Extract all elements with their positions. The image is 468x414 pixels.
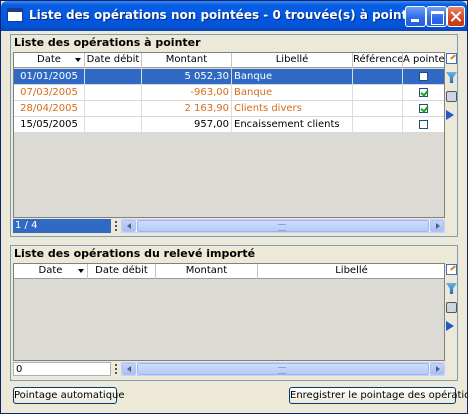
main-window: Liste des opérations non pointées - 0 tr… — [0, 0, 468, 414]
table-row[interactable]: 07/03/2005 -963,00 Banque — [14, 85, 444, 101]
cell-libelle: Banque — [232, 69, 353, 85]
record-counter: 0 — [13, 362, 111, 376]
imported-statement-panel: Liste des opérations du relevé importé D… — [10, 245, 458, 381]
operations-grid[interactable]: Date Date débit Montant Libellé Référenc… — [13, 52, 445, 218]
column-header-libelle[interactable]: Libellé — [232, 53, 353, 68]
edit-icon[interactable] — [446, 53, 457, 64]
grid-header: Date Date débit Montant Libellé Référenc… — [14, 53, 444, 68]
splitter-handle-icon[interactable] — [114, 220, 119, 232]
cell-date-debit — [85, 117, 142, 133]
horizontal-scrollbar[interactable] — [121, 219, 445, 233]
a-pointer-checkbox[interactable] — [419, 88, 428, 97]
auto-match-button[interactable]: Pointage automatique — [13, 387, 125, 404]
horizontal-scrollbar[interactable] — [121, 362, 445, 376]
cell-montant: 957,00 — [142, 117, 232, 133]
grid-footer: 0 — [13, 362, 445, 376]
cell-montant: 2 163,90 — [142, 101, 232, 117]
column-label: Date — [37, 54, 61, 65]
record-counter: 1 / 4 — [13, 219, 111, 233]
statement-grid[interactable]: Date Date débit Montant Libellé — [13, 263, 445, 361]
column-header-libelle[interactable]: Libellé — [258, 264, 444, 279]
cell-reference — [353, 85, 403, 101]
operations-to-check-panel: Liste des opérations à pointer Date Date… — [10, 34, 458, 237]
cell-reference — [353, 117, 403, 133]
panel-title: Liste des opérations à pointer — [14, 36, 201, 49]
title-bar[interactable]: Liste des opérations non pointées - 0 tr… — [1, 1, 467, 31]
cell-montant: 5 052,30 — [142, 69, 232, 85]
scrollbar-thumb[interactable] — [137, 363, 429, 375]
cell-a-pointer — [403, 117, 444, 133]
print-icon[interactable] — [446, 302, 457, 313]
column-header-date-debit[interactable]: Date débit — [85, 53, 142, 68]
grid-header: Date Date débit Montant Libellé — [14, 264, 444, 279]
save-matching-button[interactable]: Enregistrer le pointage des opérations — [289, 387, 468, 404]
cell-date-debit — [85, 85, 142, 101]
play-icon[interactable] — [446, 110, 454, 120]
table-row[interactable]: 28/04/2005 2 163,90 Clients divers — [14, 101, 444, 117]
splitter-handle-icon[interactable] — [114, 363, 119, 375]
table-row[interactable]: 01/01/2005 5 052,30 Banque — [14, 69, 444, 85]
grid-footer: 1 / 4 — [13, 219, 445, 233]
cell-date: 28/04/2005 — [14, 101, 85, 117]
sort-down-icon — [75, 58, 81, 62]
cell-reference — [353, 69, 403, 85]
scrollbar-thumb[interactable] — [137, 220, 429, 232]
app-icon — [7, 8, 23, 22]
column-header-reference[interactable]: Référence — [353, 53, 403, 68]
a-pointer-checkbox[interactable] — [419, 72, 428, 81]
column-header-date[interactable]: Date — [14, 53, 85, 68]
filter-icon[interactable] — [446, 283, 457, 294]
print-icon[interactable] — [446, 91, 457, 102]
column-header-montant[interactable]: Montant — [156, 264, 258, 279]
column-header-date-debit[interactable]: Date débit — [88, 264, 156, 279]
cell-libelle: Encaissement clients — [232, 117, 353, 133]
scroll-left-icon[interactable] — [122, 220, 136, 232]
table-row[interactable]: 15/05/2005 957,00 Encaissement clients — [14, 117, 444, 133]
cell-date: 07/03/2005 — [14, 85, 85, 101]
cell-a-pointer — [403, 69, 444, 85]
panel-title: Liste des opérations du relevé importé — [14, 247, 256, 260]
cell-date-debit — [85, 101, 142, 117]
filter-icon[interactable] — [446, 72, 457, 83]
cell-a-pointer — [403, 101, 444, 117]
cell-libelle: Banque — [232, 85, 353, 101]
cell-a-pointer — [403, 85, 444, 101]
column-header-a-pointer[interactable]: A pointer — [403, 53, 444, 68]
cell-reference — [353, 101, 403, 117]
cell-date: 15/05/2005 — [14, 117, 85, 133]
a-pointer-checkbox[interactable] — [419, 104, 428, 113]
cell-libelle: Clients divers — [232, 101, 353, 117]
maximize-button[interactable] — [426, 6, 447, 27]
window-title: Liste des opérations non pointées - 0 tr… — [29, 8, 432, 22]
a-pointer-checkbox[interactable] — [419, 120, 428, 129]
cell-date: 01/01/2005 — [14, 69, 85, 85]
cell-date-debit — [85, 69, 142, 85]
edit-icon[interactable] — [446, 264, 457, 275]
column-header-date[interactable]: Date — [14, 264, 88, 279]
minimize-button[interactable] — [405, 6, 426, 27]
scroll-right-icon[interactable] — [430, 363, 444, 375]
column-header-montant[interactable]: Montant — [142, 53, 232, 68]
play-icon[interactable] — [446, 321, 454, 331]
close-button[interactable] — [447, 6, 465, 27]
scroll-right-icon[interactable] — [430, 220, 444, 232]
cell-montant: -963,00 — [142, 85, 232, 101]
scroll-left-icon[interactable] — [122, 363, 136, 375]
sort-down-icon — [78, 269, 84, 273]
column-label: Date — [38, 265, 63, 276]
